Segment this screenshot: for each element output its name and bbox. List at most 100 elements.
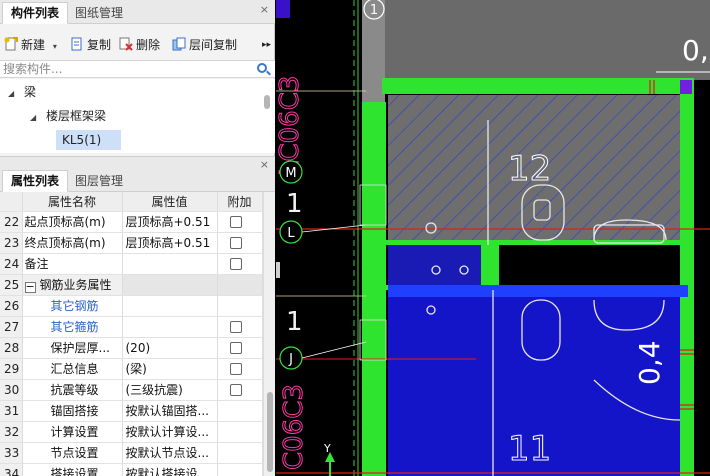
extra-checkbox[interactable] xyxy=(229,384,242,396)
expand-arrow-icon[interactable]: ◢ xyxy=(30,108,40,128)
table-row[interactable]: 26 其它钢筋 xyxy=(0,295,263,317)
tree-node-kl5[interactable]: KL5(1) xyxy=(56,130,121,150)
property-name: 钢筋业务属性 xyxy=(39,278,112,292)
row-num: 25 xyxy=(0,274,23,296)
beam-stub xyxy=(481,245,499,290)
property-value[interactable]: (20) xyxy=(122,337,218,359)
expand-arrow-icon[interactable]: ◢ xyxy=(8,84,18,104)
property-value[interactable]: 按默认节点设... xyxy=(122,442,218,464)
floor-copy-label: 层间复制 xyxy=(189,38,238,52)
row-num: 34 xyxy=(0,463,23,476)
property-value[interactable]: 按默认计算设... xyxy=(122,421,218,443)
tab-layer-management[interactable]: 图层管理 xyxy=(66,170,132,192)
copy-label: 复制 xyxy=(87,38,112,52)
table-row-group[interactable]: 25 − 钢筋业务属性 xyxy=(0,274,263,296)
component-search-input[interactable] xyxy=(0,61,245,77)
extra-checkbox[interactable] xyxy=(229,321,242,333)
beam-horizontal-top xyxy=(382,78,692,94)
property-table-scrollbar[interactable] xyxy=(263,192,275,476)
extra-cell xyxy=(217,253,263,275)
property-value[interactable]: 按默认搭接设... xyxy=(122,463,218,476)
row-num: 30 xyxy=(0,379,23,401)
delete-button[interactable]: 删除 xyxy=(119,36,160,54)
property-value[interactable]: 层顶标高+0.51 xyxy=(122,211,218,233)
cad-drawing-canvas[interactable]: LC06C3 C06C3 1 1 12 11 0, 0,4 1 M L J Y xyxy=(276,0,710,476)
property-name: 备注 xyxy=(22,253,123,275)
toolbar-more-icon[interactable]: ▸▸ xyxy=(262,36,271,54)
tree-scrollbar[interactable] xyxy=(264,95,270,109)
extra-cell xyxy=(217,442,263,464)
property-value xyxy=(122,274,218,296)
table-row[interactable]: 33 节点设置 按默认节点设... xyxy=(0,442,263,464)
property-value[interactable] xyxy=(122,316,218,338)
ucs-axis-label: Y xyxy=(323,442,331,455)
tab-component-list[interactable]: 构件列表 xyxy=(2,2,69,24)
axis-bubble-j[interactable]: J xyxy=(279,346,303,370)
table-row[interactable]: 23 终点顶标高(m) 层顶标高+0.51 xyxy=(0,232,263,254)
tree-node-floor-frame-beam[interactable]: ◢ 楼层框架梁 xyxy=(30,106,106,126)
axis-label-m: M xyxy=(285,166,296,181)
table-row[interactable]: 32 计算设置 按默认计算设... xyxy=(0,421,263,443)
property-value[interactable] xyxy=(122,253,218,275)
components-tabbar: 构件列表 图纸管理 × xyxy=(0,0,275,24)
tree-node-beam[interactable]: ◢ 梁 xyxy=(8,82,36,102)
new-dropdown-icon[interactable]: ▾ xyxy=(53,42,57,51)
extra-checkbox[interactable] xyxy=(229,342,242,354)
table-row[interactable]: 34 搭接设置 按默认搭接设... xyxy=(0,463,263,476)
beam-vertical-right xyxy=(680,78,694,476)
property-name-cell: − 钢筋业务属性 xyxy=(22,274,123,296)
floor-copy-button[interactable]: 层间复制 xyxy=(172,36,237,54)
purple-marker xyxy=(680,80,692,94)
property-value[interactable]: (三级抗震) xyxy=(122,379,218,401)
property-value[interactable]: 层顶标高+0.51 xyxy=(122,232,218,254)
floor-copy-icon xyxy=(172,37,186,51)
delete-icon xyxy=(119,37,133,51)
row-num: 28 xyxy=(0,337,23,359)
tab-drawing-management[interactable]: 图纸管理 xyxy=(66,2,132,24)
extra-cell xyxy=(217,463,263,476)
extra-cell xyxy=(217,358,263,380)
component-tree: ◢ 梁 ◢ 楼层框架梁 KL5(1) xyxy=(0,79,275,153)
table-row[interactable]: 30 抗震等级 (三级抗震) xyxy=(0,379,263,401)
axis-bubble-m[interactable]: M xyxy=(279,160,303,184)
panel-splitter-handle[interactable] xyxy=(276,262,280,278)
property-table-header: 属性名称 属性值 附加 xyxy=(0,192,263,212)
tree-node-label: 梁 xyxy=(24,85,37,99)
extra-cell xyxy=(217,232,263,254)
copy-button[interactable]: 复制 xyxy=(70,36,111,54)
table-row[interactable]: 31 锚固搭接 按默认锚固搭... xyxy=(0,400,263,422)
extra-cell xyxy=(217,274,263,296)
property-value[interactable]: 按默认锚固搭... xyxy=(122,400,218,422)
extra-checkbox[interactable] xyxy=(229,216,242,228)
table-row[interactable]: 29 汇总信息 (梁) xyxy=(0,358,263,380)
close-components-panel-icon[interactable]: × xyxy=(260,3,269,16)
property-name-link[interactable]: 其它箍筋 xyxy=(22,316,123,338)
extra-cell xyxy=(217,316,263,338)
scrollbar-thumb[interactable] xyxy=(267,392,273,472)
axis-bubble-l[interactable]: L xyxy=(279,220,303,244)
property-name: 节点设置 xyxy=(22,442,123,464)
extra-checkbox[interactable] xyxy=(229,237,242,249)
beam-label-lower: C06C3 xyxy=(279,384,309,470)
row-num: 22 xyxy=(0,211,23,233)
search-icon[interactable] xyxy=(257,63,267,73)
table-row[interactable]: 27 其它箍筋 xyxy=(0,316,263,338)
property-value[interactable] xyxy=(122,295,218,317)
row-num: 33 xyxy=(0,442,23,464)
extra-cell xyxy=(217,400,263,422)
table-row[interactable]: 24 备注 xyxy=(0,253,263,275)
table-row[interactable]: 28 保护层厚... (20) xyxy=(0,337,263,359)
cad-drawing[interactable]: LC06C3 C06C3 1 1 12 11 0, 0,4 1 M L J Y xyxy=(276,0,710,476)
tab-property-list[interactable]: 属性列表 xyxy=(2,170,69,192)
property-value[interactable]: (梁) xyxy=(122,358,218,380)
row-num: 27 xyxy=(0,316,23,338)
property-name-link[interactable]: 其它钢筋 xyxy=(22,295,123,317)
delete-label: 删除 xyxy=(136,38,161,52)
property-name: 锚固搭接 xyxy=(22,400,123,422)
component-search-bar xyxy=(0,60,275,78)
collapse-icon[interactable]: − xyxy=(24,281,36,293)
table-row[interactable]: 22 起点顶标高(m) 层顶标高+0.51 xyxy=(0,211,263,233)
extra-checkbox[interactable] xyxy=(229,258,242,270)
extra-checkbox[interactable] xyxy=(229,363,242,375)
new-button[interactable]: 新建 ▾ xyxy=(4,36,57,54)
